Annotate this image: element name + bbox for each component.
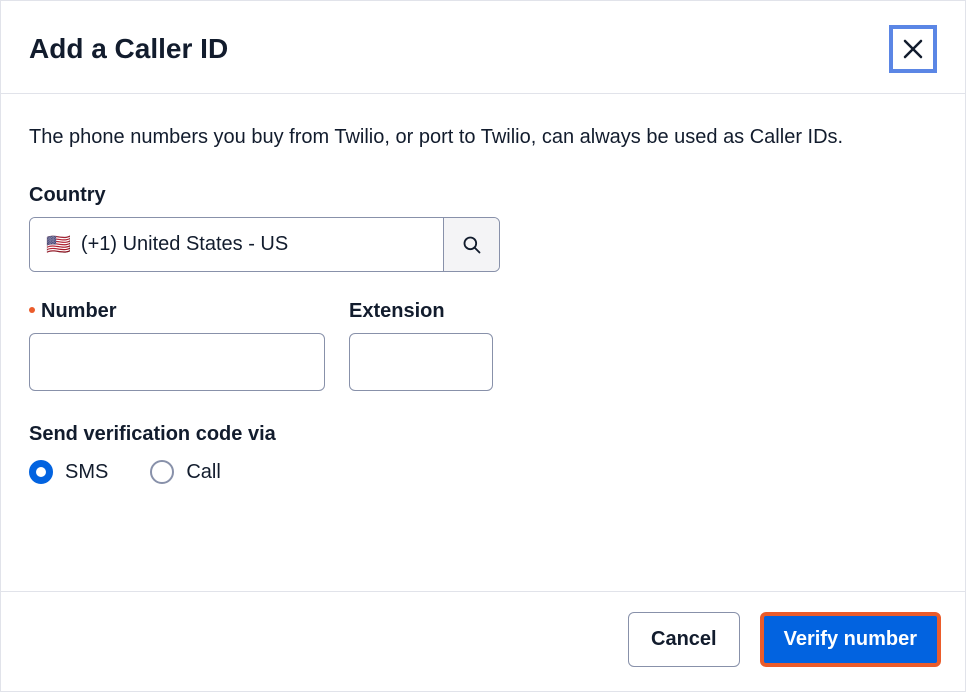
country-field-group: Country 🇺🇸 (+1) United States - US	[29, 184, 937, 272]
required-indicator	[29, 307, 35, 313]
number-field-group: Number	[29, 300, 325, 391]
modal-header: Add a Caller ID	[1, 1, 965, 94]
number-extension-row: Number Extension	[29, 300, 937, 391]
number-label-text: Number	[41, 300, 117, 322]
verification-radio-group: SMS Call	[29, 460, 937, 484]
extension-label: Extension	[349, 300, 493, 323]
radio-call-label: Call	[186, 461, 220, 484]
extension-input[interactable]	[349, 333, 493, 391]
verify-number-button[interactable]: Verify number	[760, 612, 941, 667]
radio-sms-label: SMS	[65, 461, 108, 484]
search-icon	[462, 235, 482, 255]
country-selected-value: 🇺🇸 (+1) United States - US	[30, 218, 443, 271]
extension-field-group: Extension	[349, 300, 493, 391]
country-label: Country	[29, 184, 937, 207]
close-icon	[901, 37, 925, 61]
country-select[interactable]: 🇺🇸 (+1) United States - US	[29, 217, 500, 272]
radio-call-circle	[150, 460, 174, 484]
add-caller-id-modal: Add a Caller ID The phone numbers you bu…	[0, 0, 966, 692]
verification-label: Send verification code via	[29, 423, 937, 446]
modal-title: Add a Caller ID	[29, 33, 228, 65]
country-text: (+1) United States - US	[81, 233, 288, 256]
modal-footer: Cancel Verify number	[1, 591, 965, 691]
flag-icon: 🇺🇸	[46, 232, 71, 257]
radio-option-sms[interactable]: SMS	[29, 460, 108, 484]
verification-field-group: Send verification code via SMS Call	[29, 423, 937, 484]
radio-option-call[interactable]: Call	[150, 460, 220, 484]
radio-sms-circle	[29, 460, 53, 484]
close-button[interactable]	[889, 25, 937, 73]
number-label: Number	[29, 300, 325, 323]
number-input[interactable]	[29, 333, 325, 391]
cancel-button[interactable]: Cancel	[628, 612, 740, 667]
country-search-button[interactable]	[443, 218, 499, 271]
modal-body: The phone numbers you buy from Twilio, o…	[1, 94, 965, 591]
modal-description: The phone numbers you buy from Twilio, o…	[29, 122, 937, 152]
